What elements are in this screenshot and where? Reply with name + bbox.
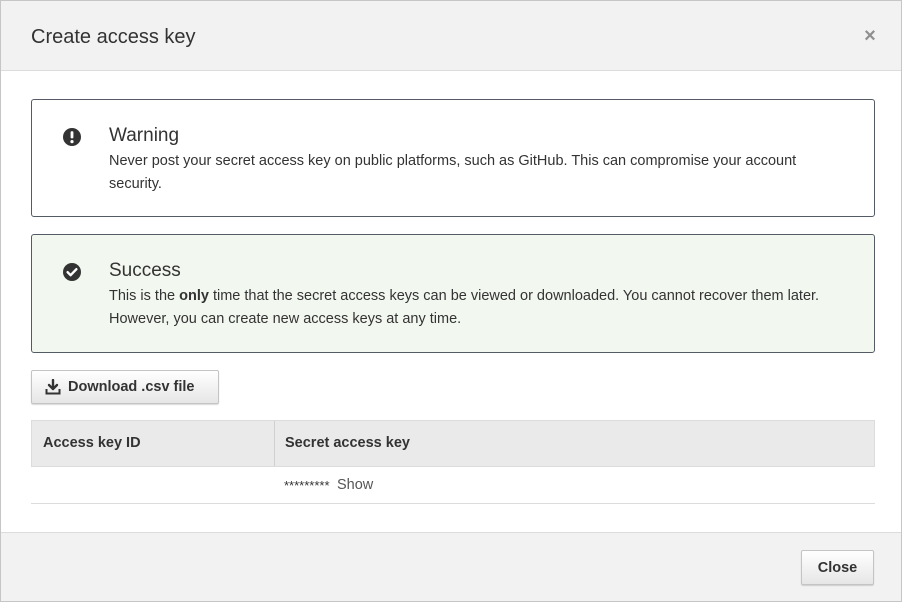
table-row: ********* Show — [31, 467, 875, 504]
check-circle-icon — [63, 263, 81, 281]
table-header: Access key ID Secret access key — [31, 420, 875, 467]
success-message: This is the only time that the secret ac… — [109, 285, 849, 331]
show-secret-link[interactable]: Show — [337, 477, 373, 493]
success-message-emphasis: only — [179, 288, 209, 304]
success-message-end: time that the secret access keys can be … — [109, 288, 820, 327]
dialog-footer: Close — [1, 532, 901, 601]
close-icon[interactable]: × — [861, 26, 879, 46]
warning-heading: Warning — [109, 125, 180, 146]
close-button[interactable]: Close — [801, 550, 874, 585]
success-alert: Success This is the only time that the s… — [31, 234, 875, 353]
download-icon — [45, 379, 61, 395]
success-heading: Success — [109, 260, 181, 281]
warning-alert: Warning Never post your secret access ke… — [31, 99, 875, 217]
success-message-start: This is the — [109, 288, 180, 304]
column-header-access-key-id: Access key ID — [43, 435, 141, 451]
download-csv-button[interactable]: Download .csv file — [31, 370, 219, 404]
access-keys-table: Access key ID Secret access key ********… — [31, 420, 875, 504]
exclamation-circle-icon — [63, 128, 81, 146]
create-access-key-dialog: Create access key × Warning Never post y… — [0, 0, 902, 602]
column-divider — [274, 421, 275, 466]
download-button-label: Download .csv file — [68, 379, 195, 395]
secret-key-mask: ********* — [284, 478, 330, 493]
column-header-secret-access-key: Secret access key — [285, 435, 410, 451]
warning-message: Never post your secret access key on pub… — [109, 153, 797, 192]
dialog-title: Create access key — [31, 26, 196, 48]
dialog-header: Create access key × — [1, 1, 901, 71]
